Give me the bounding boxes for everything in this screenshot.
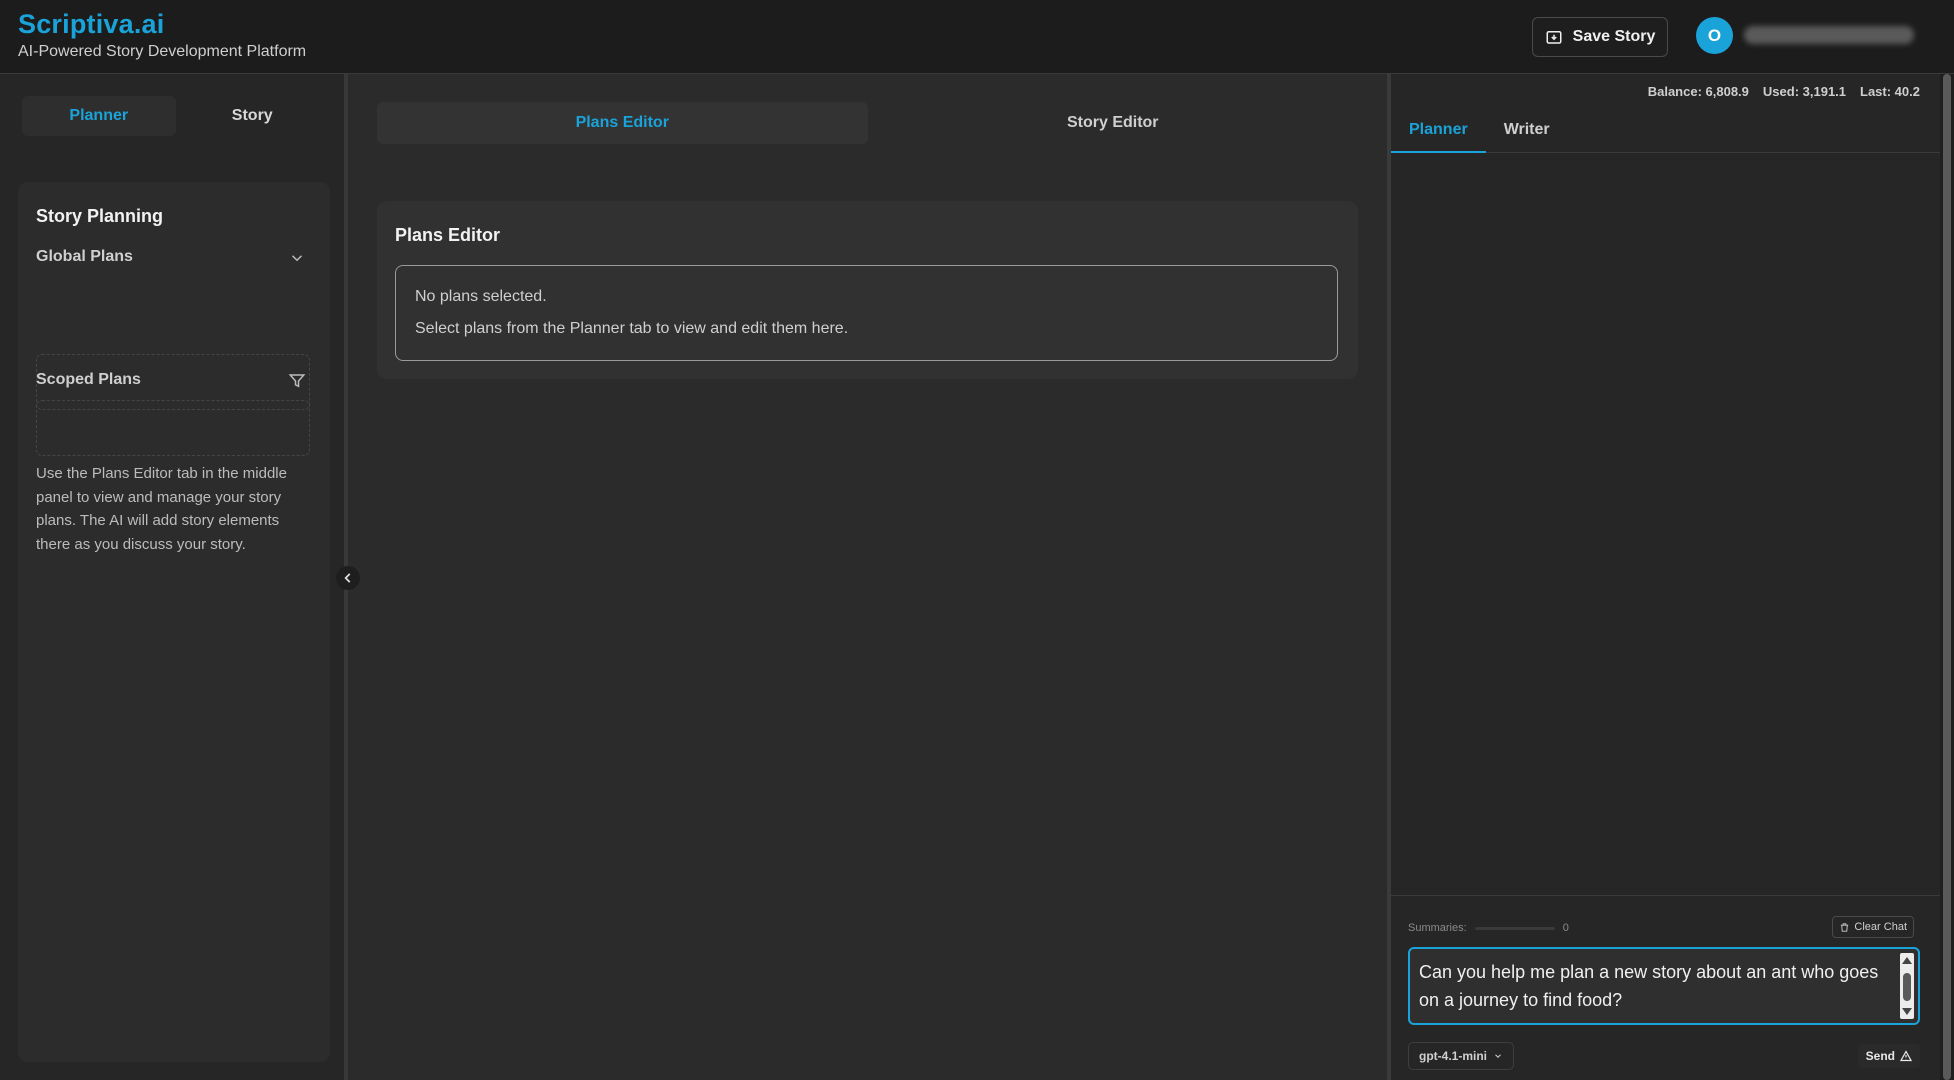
chevron-down-icon[interactable] (288, 249, 306, 267)
global-plans-label: Global Plans (36, 248, 133, 265)
send-button[interactable]: Send (1857, 1044, 1920, 1068)
tab-planner[interactable]: Planner (22, 96, 176, 136)
clear-chat-button[interactable]: Clear Chat (1832, 916, 1914, 938)
planning-help-text: Use the Plans Editor tab in the middle p… (36, 465, 287, 553)
brand-title: Scriptiva.ai (18, 9, 165, 39)
summaries-control: Summaries: 0 (1408, 922, 1569, 934)
send-label: Send (1865, 1049, 1895, 1063)
filter-icon[interactable] (288, 372, 306, 390)
plans-editor-title: Plans Editor (395, 225, 501, 245)
tab-story-editor[interactable]: Story Editor (868, 102, 1359, 144)
clear-chat-label: Clear Chat (1854, 921, 1907, 933)
right-tabs: Planner Writer (1391, 108, 1940, 153)
used-stat: Used: 3,191.1 (1762, 84, 1847, 99)
page-scrollbar-thumb[interactable] (1943, 74, 1951, 1080)
usage-stats: Balance: 6,808.9 Used: 3,191.1 Last: 40.… (1648, 84, 1920, 99)
tab-chat-planner[interactable]: Planner (1391, 108, 1486, 153)
middle-tabs: Plans Editor Story Editor (377, 102, 1358, 144)
model-value: gpt-4.1-mini (1419, 1049, 1487, 1063)
scoped-plans-label: Scoped Plans (36, 371, 141, 388)
right-panel: Balance: 6,808.9 Used: 3,191.1 Last: 40.… (1391, 74, 1940, 1080)
plans-editor-empty-state: No plans selected. Select plans from the… (395, 265, 1338, 361)
save-story-label: Save Story (1572, 28, 1656, 45)
chat-message-input[interactable]: Can you help me plan a new story about a… (1408, 947, 1920, 1025)
summaries-value: 0 (1562, 922, 1569, 934)
model-select[interactable]: gpt-4.1-mini (1408, 1042, 1514, 1070)
save-icon (1546, 31, 1562, 44)
save-story-button[interactable]: Save Story (1532, 17, 1668, 57)
tab-story[interactable]: Story (176, 96, 330, 136)
app-header: Scriptiva.ai AI-Powered Story Developmen… (0, 0, 1954, 74)
chat-input-text: Can you help me plan a new story about a… (1419, 962, 1879, 1010)
empty-state-heading: No plans selected. (415, 288, 547, 305)
brand: Scriptiva.ai AI-Powered Story Developmen… (18, 9, 306, 61)
scroll-down-arrow-icon[interactable] (1902, 1008, 1912, 1015)
left-tabs: Planner Story (22, 96, 329, 136)
last-stat: Last: 40.2 (1860, 84, 1920, 99)
scoped-plans-dropzone (36, 400, 310, 456)
chat-input-scrollbar[interactable] (1900, 953, 1914, 1019)
user-avatar[interactable]: O (1696, 17, 1733, 54)
page-scrollbar[interactable] (1940, 74, 1954, 1080)
balance-stat: Balance: 6,808.9 (1647, 84, 1749, 99)
plans-editor-card: Plans Editor No plans selected. Select p… (377, 201, 1358, 379)
brand-subtitle: AI-Powered Story Development Platform (18, 43, 307, 60)
scrollbar-thumb[interactable] (1903, 973, 1911, 1001)
chat-messages-area (1391, 154, 1940, 894)
story-planning-title: Story Planning (36, 206, 164, 226)
collapse-panel-button[interactable] (336, 566, 360, 590)
tab-chat-writer[interactable]: Writer (1486, 108, 1568, 152)
empty-state-description: Select plans from the Planner tab to vie… (415, 320, 849, 337)
tab-plans-editor[interactable]: Plans Editor (377, 102, 868, 144)
chevron-left-icon (344, 573, 351, 583)
user-email-redacted (1744, 26, 1914, 44)
warning-icon (1900, 1050, 1912, 1062)
scroll-up-arrow-icon[interactable] (1902, 957, 1912, 964)
chat-input-section: Summaries: 0 Clear Chat Can you help me … (1391, 895, 1940, 1080)
summaries-label: Summaries: (1408, 922, 1467, 934)
summaries-slider[interactable] (1474, 926, 1555, 930)
left-panel: Planner Story Story Planning Global Plan… (0, 74, 345, 1080)
story-planning-card: Story Planning Global Plans Scoped Plans… (18, 182, 330, 1062)
trash-icon (1841, 922, 1849, 932)
chevron-down-icon (1495, 1054, 1501, 1058)
